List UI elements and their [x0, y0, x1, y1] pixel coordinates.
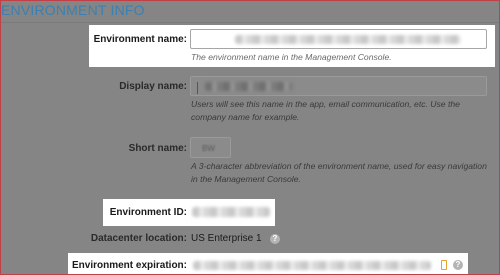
info-circle-icon[interactable]: ?: [270, 234, 280, 244]
datacenter-location-label: Datacenter location:: [90, 233, 187, 244]
environment-info-panel: ENVIRONMENT INFO Environment name: The e…: [0, 0, 500, 275]
short-name-input[interactable]: BW: [190, 137, 231, 158]
display-name-label: Display name:: [119, 81, 187, 92]
copy-icon[interactable]: [441, 260, 447, 270]
datacenter-location-value: US Enterprise 1: [191, 233, 262, 244]
short-name-help-line-2: in the Management Console.: [191, 174, 301, 184]
environment-expiration-redacted-value: [193, 261, 431, 270]
environment-expiration-label: Environment expiration:: [71, 260, 187, 271]
environment-name-label: Environment name:: [93, 34, 187, 45]
environment-id-redacted-value: [192, 207, 270, 217]
info-circle-icon[interactable]: ?: [453, 260, 463, 270]
display-name-help-line-2: company name for example.: [191, 112, 300, 122]
text-cursor: [197, 82, 198, 94]
environment-id-label: Environment ID:: [109, 207, 187, 218]
display-name-redacted-value: [205, 82, 293, 91]
display-name-input[interactable]: [190, 76, 487, 96]
short-name-help-line-1: A 3-character abbreviation of the enviro…: [191, 161, 487, 171]
short-name-label: Short name:: [128, 143, 187, 154]
section-divider: [1, 22, 499, 23]
section-title: ENVIRONMENT INFO: [1, 2, 145, 18]
environment-name-redacted-value: [235, 35, 461, 44]
display-name-help-line-1: Users will see this name in the app, ema…: [191, 99, 460, 109]
environment-name-help: The environment name in the Management C…: [191, 52, 392, 62]
short-name-value: BW: [202, 144, 215, 153]
environment-name-input[interactable]: [190, 29, 487, 49]
